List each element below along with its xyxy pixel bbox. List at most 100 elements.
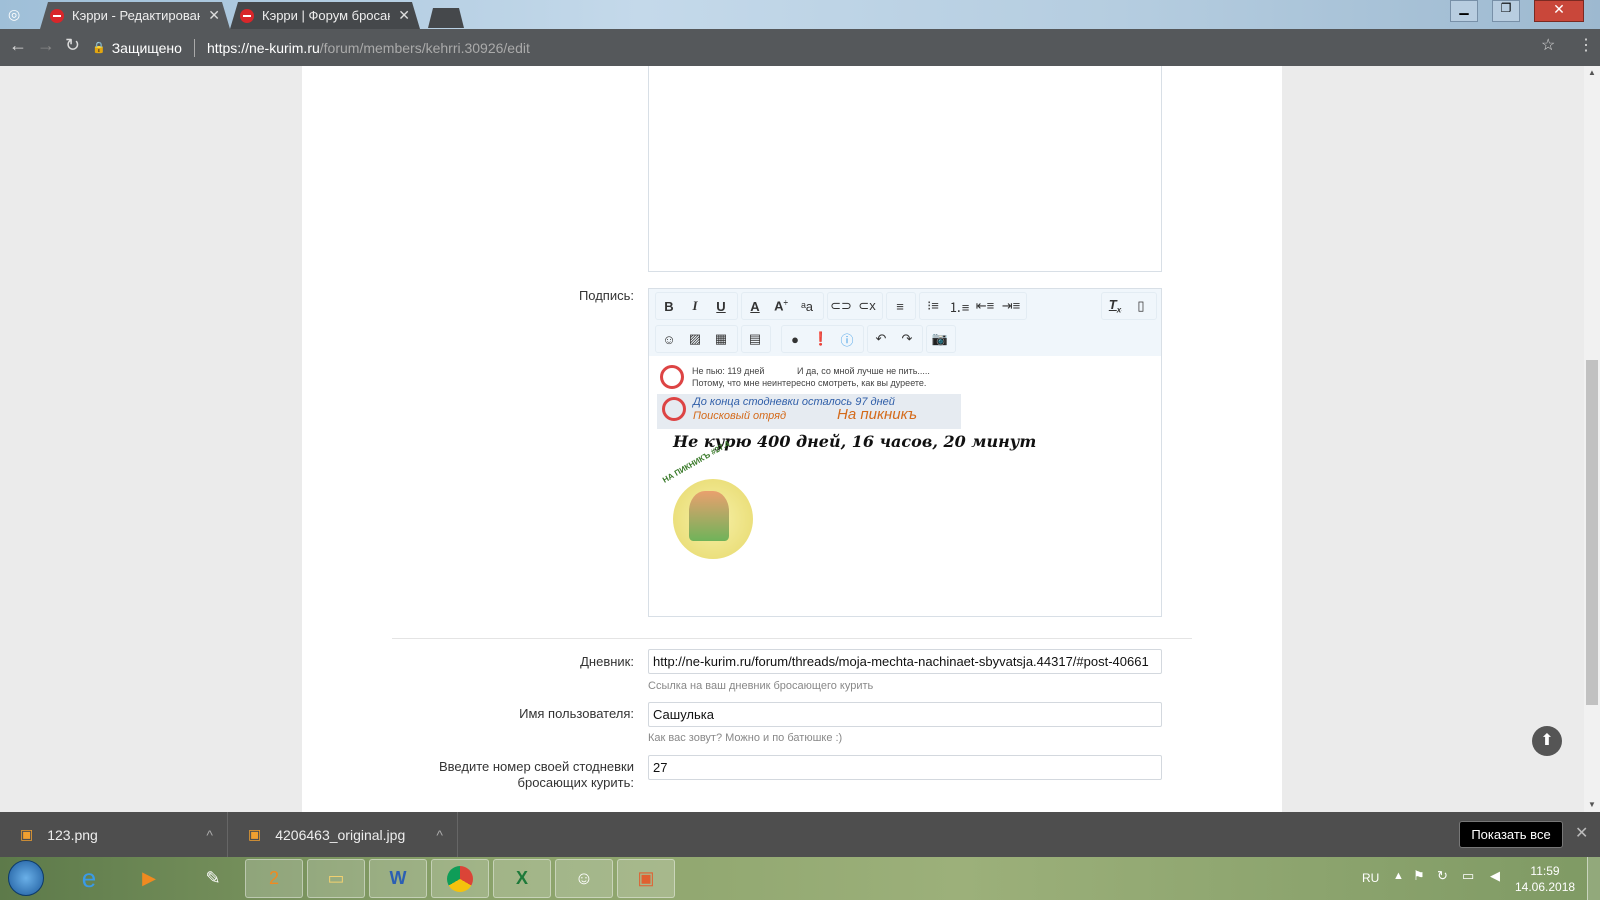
reload-icon[interactable]: ↻ <box>65 35 80 56</box>
diary-input[interactable]: http://ne-kurim.ru/forum/threads/moja-me… <box>648 649 1162 674</box>
maps-icon[interactable]: 2 <box>245 859 303 898</box>
media-icon[interactable]: ▦ <box>708 331 734 347</box>
font-family-button[interactable]: ᵃa <box>794 299 820 314</box>
address-bar[interactable]: 🔒 Защищено https://ne-kurim.ru/forum/mem… <box>92 33 1562 62</box>
volume-icon[interactable]: ◀ <box>1490 868 1500 884</box>
download-item[interactable]: ▣ 123.png ^ <box>0 812 228 857</box>
chevron-up-icon[interactable]: ^ <box>206 827 213 843</box>
chrome-icon[interactable] <box>431 859 489 898</box>
list-group: ⁝≡ ⒈≡ ⇤≡ ⇥≡ <box>919 292 1027 320</box>
sig-line: Потому, что мне неинтересно смотреть, ка… <box>692 378 927 388</box>
ie-icon[interactable]: e <box>60 859 118 898</box>
warning-icon[interactable]: ❗ <box>808 331 834 347</box>
url-path: /forum/members/kehrri.30926/edit <box>319 39 530 56</box>
scroll-down-icon[interactable]: ▼ <box>1588 800 1596 809</box>
tab-forum[interactable]: Кэрри | Форум бросающ ✕ <box>230 2 420 29</box>
picnic-badge: НА ПИКНИКЪ #27.4 <box>659 439 763 561</box>
flag-icon[interactable]: ⚑ <box>1413 868 1425 884</box>
tray-expand-icon[interactable]: ▲ <box>1393 870 1404 882</box>
word-icon[interactable]: W <box>369 859 427 898</box>
no-drink-icon <box>660 365 684 389</box>
close-window-button[interactable]: ✕ <box>1534 0 1584 22</box>
close-tab-icon[interactable]: ✕ <box>208 7 220 24</box>
editor-toolbar: B I U A A÷ ᵃa ⊂⊃ ⊂x ≡ ⁝≡ ⒈≡ ⇤≡ ⇥≡ Tx ▯ ☺… <box>649 289 1161 356</box>
divider <box>392 638 1192 639</box>
forward-icon[interactable]: → <box>37 35 55 56</box>
scroll-up-icon[interactable]: ▲ <box>1588 68 1596 77</box>
new-tab-button[interactable] <box>428 8 464 28</box>
outdent-icon[interactable]: ⇤≡ <box>972 298 998 314</box>
clock-date: 14.06.2018 <box>1515 880 1576 894</box>
image-icon[interactable]: ▨ <box>682 331 708 347</box>
explorer-icon[interactable]: ▭ <box>307 859 365 898</box>
stodnevka-label: Введите номер своей стодневки бросающих к… <box>394 759 634 791</box>
app-professor-icon[interactable]: ☺ <box>555 859 613 898</box>
back-icon[interactable]: ← <box>9 35 27 56</box>
username-input[interactable]: Сашулька <box>648 702 1162 727</box>
unlink-icon[interactable]: ⊂x <box>854 298 880 314</box>
signature-editor[interactable]: B I U A A÷ ᵃa ⊂⊃ ⊂x ≡ ⁝≡ ⒈≡ ⇤≡ ⇥≡ Tx ▯ ☺… <box>648 288 1162 617</box>
font-color-button[interactable]: A <box>742 299 768 314</box>
download-filename: 123.png <box>47 826 98 843</box>
show-desktop-button[interactable] <box>1587 857 1600 900</box>
stodnevka-label-line: бросающих курить: <box>517 775 634 790</box>
signature-label: Подпись: <box>578 288 634 303</box>
restore-button[interactable]: ❐ <box>1492 0 1520 22</box>
file-icon: ▣ <box>248 826 262 842</box>
no-smoking-icon <box>662 397 686 421</box>
history-group: ↶ ↷ <box>867 325 923 353</box>
taskbar: e ▶ ✎ 2 ▭ W X ☺ ▣ RU ▲ ⚑ ↻ ▭ ◀ 11:59 14.0… <box>0 857 1600 900</box>
template-icon[interactable]: ▯ <box>1128 298 1154 314</box>
minimize-button[interactable]: ▁ <box>1450 0 1478 22</box>
redo-icon[interactable]: ↷ <box>894 331 920 347</box>
download-item[interactable]: ▣ 4206463_original.jpg ^ <box>228 812 458 857</box>
media-player-icon[interactable]: ▶ <box>120 859 178 898</box>
network-icon[interactable]: ▭ <box>1462 868 1474 884</box>
format-group: B I U <box>655 292 738 320</box>
font-size-button[interactable]: A÷ <box>768 298 794 313</box>
menu-icon[interactable]: ⋮ <box>1578 35 1594 55</box>
bookmark-star-icon[interactable]: ☆ <box>1541 35 1555 55</box>
start-button[interactable] <box>8 860 44 896</box>
scroll-top-button[interactable]: ⬆ <box>1532 726 1562 756</box>
tab-title: Кэрри | Форум бросающ <box>262 8 390 23</box>
diary-hint: Ссылка на ваш дневник бросающего курить <box>648 680 874 692</box>
italic-button[interactable]: I <box>682 298 708 314</box>
close-tab-icon[interactable]: ✕ <box>398 7 410 24</box>
bold-button[interactable]: B <box>656 299 682 314</box>
numbered-list-icon[interactable]: ⒈≡ <box>946 297 972 316</box>
info-icon[interactable]: ⓘ <box>834 330 860 349</box>
clock[interactable]: 11:59 14.06.2018 <box>1515 863 1575 895</box>
scrollbar-thumb[interactable] <box>1586 360 1598 705</box>
sig-line: И да, со мной лучше не пить..... <box>797 366 930 376</box>
tab-edit[interactable]: Кэрри - Редактирование ✕ <box>40 2 230 29</box>
favicon-icon <box>240 8 254 23</box>
excel-icon[interactable]: X <box>493 859 551 898</box>
camera-icon[interactable]: 📷 <box>927 331 953 347</box>
about-editor[interactable] <box>648 66 1162 272</box>
sync-icon[interactable]: ↻ <box>1437 868 1448 884</box>
camera-group: 📷 <box>926 325 956 353</box>
sig-line: Не пью: 119 дней <box>692 366 765 376</box>
smiley-icon[interactable]: ☺ <box>656 332 682 347</box>
link-icon[interactable]: ⊂⊃ <box>828 298 854 314</box>
align-left-icon[interactable]: ≡ <box>887 299 913 314</box>
undo-icon[interactable]: ↶ <box>868 331 894 347</box>
underline-button[interactable]: U <box>708 299 734 314</box>
stodnevka-label-line: Введите номер своей стодневки <box>439 759 634 774</box>
indent-icon[interactable]: ⇥≡ <box>998 298 1024 314</box>
show-all-button[interactable]: Показать все <box>1459 821 1563 848</box>
download-filename: 4206463_original.jpg <box>275 826 406 843</box>
download-bar: ▣ 123.png ^ ▣ 4206463_original.jpg ^ Показат… <box>0 812 1600 857</box>
close-download-bar-icon[interactable]: ✕ <box>1575 823 1588 843</box>
url-domain: https://ne-kurim.ru <box>206 39 320 56</box>
bullet-list-icon[interactable]: ⁝≡ <box>920 298 946 314</box>
remove-format-icon[interactable]: Tx <box>1102 297 1128 315</box>
chevron-up-icon[interactable]: ^ <box>436 827 443 843</box>
language-indicator[interactable]: RU <box>1362 871 1379 885</box>
app-icon[interactable]: ✎ <box>184 859 242 898</box>
paint-icon[interactable]: ▣ <box>617 859 675 898</box>
stodnevka-input[interactable]: 27 <box>648 755 1162 780</box>
user-icon[interactable]: ● <box>782 332 808 347</box>
quote-icon[interactable]: ▤ <box>742 331 768 347</box>
